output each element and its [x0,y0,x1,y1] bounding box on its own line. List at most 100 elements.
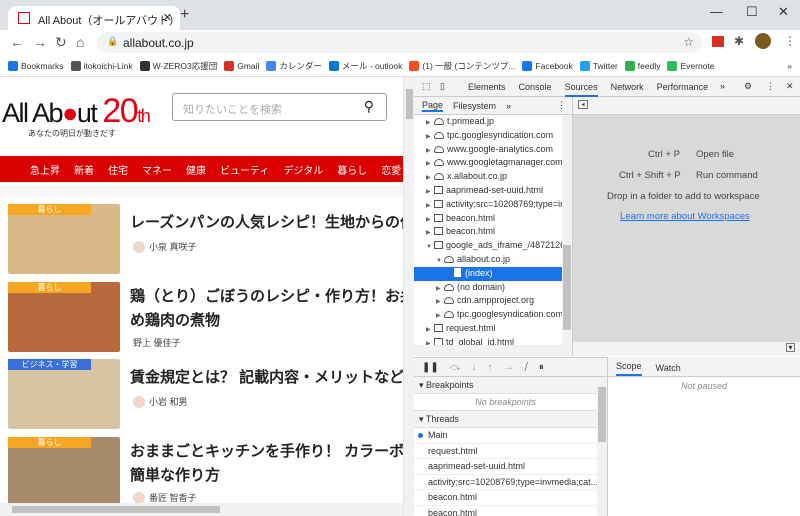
article-title[interactable]: 賃金規定とは？ 記載内容・メリットなど赬 [130,366,403,390]
devtools-menu-icon[interactable]: ⋮ [766,81,775,92]
article-card[interactable]: 暮らし おままごとキッチンを手作り！ カラーボッ 簡単な作り方 番匠 智香子 [8,437,403,503]
article-card[interactable]: 暮らし レーズンパンの人気レシピ！生地からの作 小泉 真咲子 [8,204,403,276]
inspect-element-icon[interactable]: ⬚ [422,81,431,92]
bookmark-item[interactable]: (1) 一般 (コンテンツプ... [409,60,515,72]
tree-item[interactable]: ▶ beacon.html [414,225,562,239]
address-bar[interactable]: 🔒 allabout.co.jp ☆ [97,32,702,53]
threads-header[interactable]: ▾ Threads [414,411,597,428]
tree-item[interactable]: ▶ aaprimead-set-uuid.html [414,184,562,198]
tree-item[interactable]: ▼ allabout.co.jp [414,253,562,267]
home-icon[interactable]: ⌂ [76,34,84,50]
tab-page[interactable]: Page [422,100,444,112]
tree-item[interactable]: ▶ (no domain) [414,281,562,295]
step-out-icon[interactable]: ↑ [487,362,492,373]
extensions-puzzle-icon[interactable]: ✱ [734,34,744,48]
nav-item[interactable]: 暮らし [337,162,367,177]
nav-item[interactable]: デジタル [283,162,323,177]
tree-item[interactable]: ▶ cdn.ampproject.org [414,294,562,308]
nav-item[interactable]: ビューティ [220,162,269,177]
article-title[interactable]: 鶏（とり）ごぼうのレシピ・作り方！お弁 [130,285,403,309]
thread-item[interactable]: activity;src=10208769;type=invmedia;cat.… [414,475,597,490]
breakpoints-header[interactable]: ▾ Breakpoints [414,377,597,394]
browser-tab[interactable]: All About（オールアバウト） ✕ [8,6,180,30]
bookmark-item[interactable]: Twitter [579,60,618,71]
article-title[interactable]: レーズンパンの人気レシピ！生地からの作 [130,211,403,235]
bookmark-item[interactable]: メール - outlook [328,60,402,72]
article-title-line2[interactable]: 簡単な作り方 [130,464,220,488]
minimize-button[interactable]: — [710,4,723,19]
bookmark-item[interactable]: Evernote [667,60,715,71]
tree-item[interactable]: ▼ google_ads_iframe_/4872126/ [414,239,562,253]
bookmark-item[interactable]: カレンダー [266,60,322,72]
tree-scrollbar[interactable] [562,115,572,345]
nav-item[interactable]: 急上昇 [30,162,60,177]
maximize-button[interactable]: ☐ [746,4,758,20]
article-thumbnail[interactable]: 暮らし [8,282,120,352]
nav-item[interactable]: 新着 [74,162,94,177]
tree-item[interactable]: ▶ www.googletagmanager.com [414,156,562,170]
bookmark-item[interactable]: feedly [624,60,660,71]
close-tab-icon[interactable]: ✕ [163,11,172,24]
back-icon[interactable]: ← [10,34,24,50]
tab-elements[interactable]: Elements [468,82,506,92]
tree-item[interactable]: ▶ tpc.googlesyndication.com [414,308,562,322]
thread-item[interactable]: beacon.html [414,490,597,506]
pause-on-exceptions-icon[interactable]: ⏸ [539,362,544,373]
tree-item[interactable]: ▶ td_global_id.html [414,336,562,345]
article-thumbnail[interactable]: ビジネス・学習 [8,359,120,429]
page-vertical-scrollbar[interactable] [403,77,414,516]
device-toolbar-icon[interactable]: ▯ [440,81,445,92]
more-bookmarks-icon[interactable]: » [787,61,792,71]
article-thumbnail[interactable]: 暮らし [8,204,120,274]
bookmark-item[interactable]: Gmail [224,60,259,71]
tree-item[interactable]: ▶ beacon.html [414,212,562,226]
tree-item[interactable]: (index) [414,266,562,281]
tree-horizontal-scrollbar[interactable] [414,345,572,356]
tab-filesystem[interactable]: Filesystem [453,101,496,111]
bookmark-item[interactable]: itokoichi-Link [70,60,133,71]
menu-icon[interactable]: ⋮ [784,34,796,48]
reload-icon[interactable]: ↻ [55,34,67,51]
article-thumbnail[interactable]: 暮らし [8,437,120,503]
thread-item[interactable]: beacon.html [414,506,597,516]
profile-avatar[interactable] [755,33,771,49]
nav-item[interactable]: 健康 [186,162,206,177]
article-title-line2[interactable]: め鶏肉の煮物 [130,309,220,333]
article-title[interactable]: おままごとキッチンを手作り！ カラーボッ [130,440,403,464]
settings-gear-icon[interactable]: ⚙ [744,81,752,92]
tab-sources[interactable]: Sources [564,82,598,97]
extension-icon[interactable] [712,36,724,47]
tab-watch[interactable]: Watch [656,363,681,376]
search-input[interactable]: 知りたいことを検索 ⚲ [172,93,387,121]
tree-item[interactable]: ▶ www.google-analytics.com [414,143,562,157]
tree-item[interactable]: ▶ request.html [414,322,562,336]
bookmark-item[interactable]: W-ZERO3応援団 [139,60,217,72]
sidebar-scrollbar[interactable] [597,377,607,516]
toggle-debugger-icon[interactable]: ▾ [786,343,795,352]
new-tab-button[interactable]: + [180,6,189,24]
tree-item[interactable]: ▶ activity;src=10208769;type=ir [414,198,562,212]
site-logo[interactable]: All Ab●ut 20th [2,92,151,131]
learn-workspaces-link[interactable]: Learn more about Workspaces [620,211,750,222]
article-card[interactable]: 暮らし 鶏（とり）ごぼうのレシピ・作り方！お弁 め鶏肉の煮物 野上 優佳子 [8,282,403,354]
tab-console[interactable]: Console [519,82,552,92]
forward-icon[interactable]: → [33,34,47,50]
step-icon[interactable]: → [503,362,513,373]
tab-performance[interactable]: Performance [657,82,709,92]
bookmark-item[interactable]: Bookmarks [8,60,64,71]
deactivate-breakpoints-icon[interactable]: ⧸ [524,362,527,373]
more-tabs-icon[interactable]: » [720,81,725,91]
navigator-menu-icon[interactable]: ⋮ [557,100,566,111]
nav-item[interactable]: 恋愛・結婚 [381,162,403,177]
more-nav-tabs-icon[interactable]: » [506,101,511,111]
pause-icon[interactable]: ❚❚ [422,362,439,373]
tree-item[interactable]: ▶ t.primead.jp [414,115,562,129]
thread-item[interactable]: Main [414,428,597,444]
tree-item[interactable]: ▶ tpc.googlesyndication.com [414,129,562,143]
article-card[interactable]: ビジネス・学習 賃金規定とは？ 記載内容・メリットなど赬 小岩 和男 [8,359,403,431]
tab-network[interactable]: Network [611,82,644,92]
step-into-icon[interactable]: ↓ [471,362,476,373]
tree-item[interactable]: ▶ x.allabout.co.jp [414,170,562,184]
close-devtools-icon[interactable]: ✕ [786,81,794,92]
bookmark-item[interactable]: Facebook [522,60,573,71]
